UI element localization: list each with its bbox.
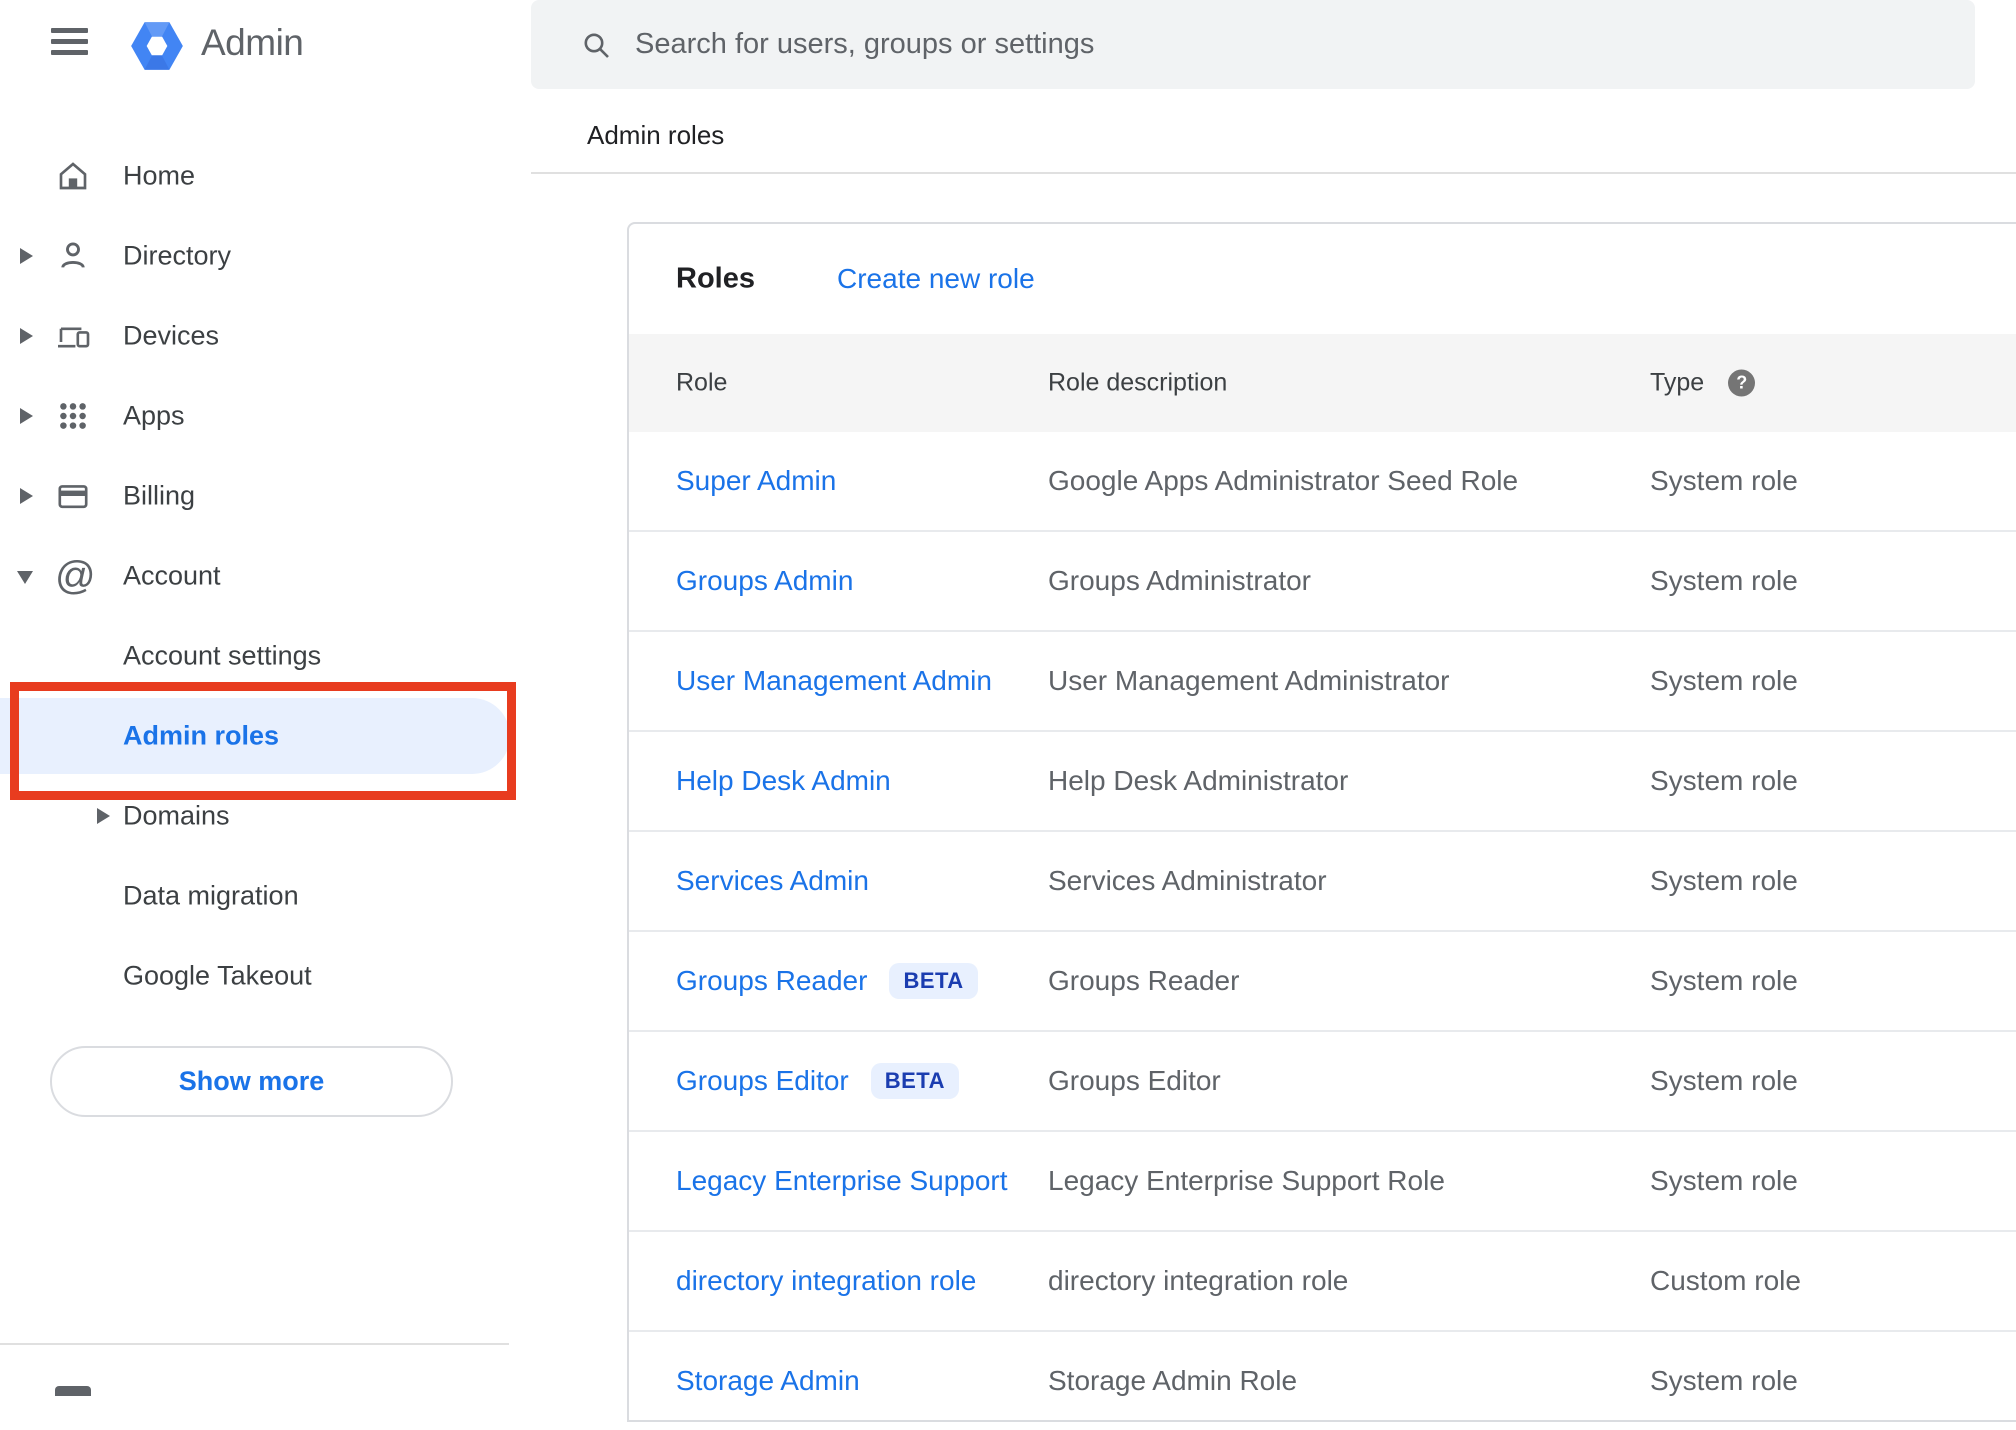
role-description: Google Apps Administrator Seed Role [1048, 465, 1519, 496]
sidebar-item-label: Domains [123, 800, 230, 831]
role-type: System role [1650, 1365, 1798, 1396]
role-type: System role [1650, 465, 1798, 496]
role-link[interactable]: User Management Admin [676, 665, 992, 697]
role-type: System role [1650, 665, 1798, 696]
sidebar-item-domains[interactable]: Domains [0, 776, 531, 856]
roles-card: Roles Create new role Role Role descript… [627, 222, 2016, 1422]
sidebar-bottom-divider [0, 1343, 509, 1345]
role-link[interactable]: Super Admin [676, 465, 836, 497]
role-type: System role [1650, 1065, 1798, 1096]
clipped-bottom-icon [55, 1386, 91, 1396]
sidebar-item-label: Account settings [123, 640, 322, 671]
roles-table-header: Role Role description Type ? [629, 334, 2016, 432]
table-row: Storage Admin Storage Admin Role System … [629, 1330, 2016, 1430]
content-divider [531, 172, 2016, 174]
sidebar-item-label: Directory [123, 240, 232, 271]
role-description: User Management Administrator [1048, 665, 1450, 696]
sidebar-item-account[interactable]: @ Account [0, 536, 531, 616]
beta-badge: BETA [889, 963, 978, 999]
sidebar-item-admin-roles[interactable]: Admin roles [0, 696, 531, 776]
role-link[interactable]: directory integration role [676, 1265, 976, 1297]
table-row: Groups Reader BETA Groups Reader System … [629, 930, 2016, 1030]
role-link[interactable]: Legacy Enterprise Support [676, 1165, 1008, 1197]
sidebar-item-google-takeout[interactable]: Google Takeout [0, 936, 531, 1016]
column-header-role: Role [676, 368, 728, 397]
table-row: Super Admin Google Apps Administrator Se… [629, 432, 2016, 530]
role-type: System role [1650, 565, 1798, 596]
role-link[interactable]: Help Desk Admin [676, 765, 891, 797]
sidebar-nav: Home Directory Devices Apps Billing @ Ac… [0, 136, 531, 1016]
beta-badge: BETA [870, 1063, 960, 1099]
home-icon [59, 162, 87, 190]
roles-table-body: Super Admin Google Apps Administrator Se… [629, 432, 2016, 1430]
role-description: Storage Admin Role [1048, 1365, 1298, 1396]
search-icon [584, 33, 609, 58]
role-type: System role [1650, 965, 1798, 996]
table-row: Help Desk Admin Help Desk Administrator … [629, 730, 2016, 830]
sidebar-item-label: Billing [123, 480, 196, 511]
sidebar-item-label: Devices [123, 320, 220, 351]
table-row: Groups Editor BETA Groups Editor System … [629, 1030, 2016, 1130]
roles-card-header: Roles Create new role [629, 224, 2016, 334]
role-description: Help Desk Administrator [1048, 765, 1349, 796]
role-description: directory integration role [1048, 1265, 1349, 1296]
hamburger-menu-icon[interactable] [51, 28, 88, 55]
caret-right-icon [20, 488, 33, 504]
table-row: Services Admin Services Administrator Sy… [629, 830, 2016, 930]
caret-right-icon [20, 408, 33, 424]
table-row: Legacy Enterprise Support Legacy Enterpr… [629, 1130, 2016, 1230]
role-link[interactable]: Storage Admin [676, 1365, 860, 1397]
role-description: Groups Reader [1048, 965, 1240, 996]
role-link[interactable]: Groups Admin [676, 565, 853, 597]
sidebar-item-directory[interactable]: Directory [0, 216, 531, 296]
help-icon[interactable]: ? [1728, 369, 1756, 397]
role-description: Groups Administrator [1048, 565, 1311, 596]
role-link[interactable]: Groups Editor [676, 1065, 849, 1097]
role-link[interactable]: Services Admin [676, 865, 869, 897]
column-header-type: Type ? [1650, 369, 1756, 398]
role-type: System role [1650, 865, 1798, 896]
sidebar-item-home[interactable]: Home [0, 136, 531, 216]
apps-grid-icon [60, 403, 86, 429]
admin-logo-icon [131, 22, 183, 70]
caret-right-icon [20, 328, 33, 344]
caret-down-icon [17, 571, 33, 584]
role-description: Groups Editor [1048, 1065, 1221, 1096]
sidebar-item-label: Google Takeout [123, 960, 312, 991]
at-sign-icon: @ [55, 554, 96, 598]
person-icon [61, 242, 85, 268]
column-header-description: Role description [1048, 368, 1228, 397]
table-row: directory integration role directory int… [629, 1230, 2016, 1330]
role-type: System role [1650, 765, 1798, 796]
caret-right-icon [97, 808, 110, 824]
role-type: System role [1650, 1165, 1798, 1196]
credit-card-icon [58, 485, 88, 509]
role-description: Services Administrator [1048, 865, 1327, 896]
sidebar-item-label: Account [123, 560, 221, 591]
devices-icon [58, 327, 90, 348]
roles-title: Roles [676, 262, 755, 295]
table-row: Groups Admin Groups Administrator System… [629, 530, 2016, 630]
breadcrumb: Admin roles [587, 120, 725, 150]
search-input[interactable] [633, 27, 1945, 62]
create-new-role-link[interactable]: Create new role [837, 263, 1035, 295]
sidebar-item-devices[interactable]: Devices [0, 296, 531, 376]
table-row: User Management Admin User Management Ad… [629, 630, 2016, 730]
search-bar[interactable] [531, 0, 1975, 89]
show-more-button[interactable]: Show more [50, 1046, 453, 1117]
sidebar-item-account-settings[interactable]: Account settings [0, 616, 531, 696]
sidebar-item-billing[interactable]: Billing [0, 456, 531, 536]
sidebar-item-apps[interactable]: Apps [0, 376, 531, 456]
sidebar-item-label: Data migration [123, 880, 299, 911]
sidebar-item-label: Apps [123, 400, 185, 431]
app-title: Admin [201, 22, 304, 63]
caret-right-icon [20, 248, 33, 264]
role-link[interactable]: Groups Reader [676, 965, 867, 997]
sidebar-item-label: Admin roles [123, 720, 280, 751]
sidebar-item-data-migration[interactable]: Data migration [0, 856, 531, 936]
role-description: Legacy Enterprise Support Role [1048, 1165, 1445, 1196]
role-type: Custom role [1650, 1265, 1801, 1296]
sidebar-item-label: Home [123, 160, 196, 191]
